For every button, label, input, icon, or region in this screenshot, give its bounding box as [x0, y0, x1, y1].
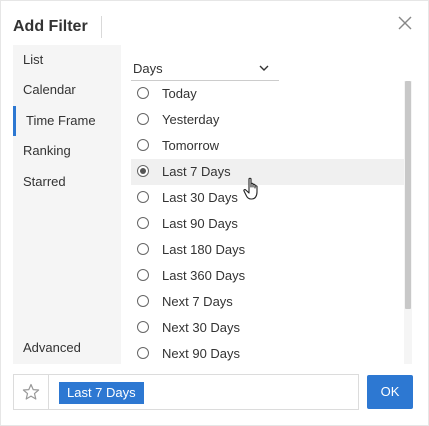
sidebar-item-label: List — [23, 52, 44, 67]
hand-cursor-icon — [243, 177, 258, 200]
option-label: Last 360 Days — [162, 268, 246, 283]
selection-footer: Last 7 Days — [13, 374, 359, 410]
star-button[interactable] — [14, 375, 49, 409]
option-label: Last 7 Days — [162, 164, 231, 179]
sidebar-item-list[interactable]: List — [13, 45, 121, 75]
radio-button[interactable] — [137, 139, 149, 151]
radio-button[interactable] — [137, 217, 149, 229]
option-next-30-days[interactable]: Next 30 Days — [131, 315, 404, 341]
option-next-7-days[interactable]: Next 7 Days — [131, 289, 404, 315]
option-today[interactable]: Today — [131, 81, 404, 107]
chevron-down-icon — [259, 65, 269, 71]
option-label: Next 7 Days — [162, 294, 233, 309]
close-icon — [398, 16, 412, 30]
option-label: Tomorrow — [162, 138, 220, 153]
radio-button[interactable] — [137, 113, 149, 125]
options-scrollbar[interactable] — [404, 81, 412, 364]
radio-dot — [140, 168, 146, 174]
sidebar-item-starred[interactable]: Starred — [13, 167, 121, 197]
option-label: Next 30 Days — [162, 320, 241, 335]
option-label: Today — [162, 86, 197, 101]
option-label: Last 180 Days — [162, 242, 246, 257]
radio-button[interactable] — [137, 347, 149, 359]
radio-button[interactable] — [137, 191, 149, 203]
sidebar-item-time-frame[interactable]: Time Frame — [13, 106, 121, 136]
title-divider — [101, 16, 102, 38]
scrollbar-thumb[interactable] — [405, 81, 411, 309]
unit-select-value: Days — [133, 61, 163, 76]
option-yesterday[interactable]: Yesterday — [131, 107, 404, 133]
radio-button-checked[interactable] — [137, 165, 149, 177]
option-label: Last 30 Days — [162, 190, 238, 205]
sidebar-item-label: Time Frame — [26, 113, 96, 128]
option-last-7-days[interactable]: Last 7 Days — [131, 159, 404, 185]
radio-button[interactable] — [137, 243, 149, 255]
time-frame-options-list: Today Yesterday Tomorrow Last 7 Days Las… — [131, 81, 404, 364]
option-tomorrow[interactable]: Tomorrow — [131, 133, 404, 159]
dialog-title: Add Filter — [13, 18, 88, 35]
ok-button[interactable]: OK — [367, 375, 413, 409]
radio-button[interactable] — [137, 87, 149, 99]
sidebar-item-label: Starred — [23, 174, 66, 189]
option-next-90-days[interactable]: Next 90 Days — [131, 341, 404, 364]
option-last-180-days[interactable]: Last 180 Days — [131, 237, 404, 263]
star-icon — [22, 383, 40, 400]
filter-type-sidebar: List Calendar Time Frame Ranking Starred… — [13, 45, 121, 364]
sidebar-item-advanced[interactable]: Advanced — [13, 333, 121, 363]
radio-button[interactable] — [137, 321, 149, 333]
unit-select[interactable]: Days — [131, 56, 279, 81]
sidebar-item-ranking[interactable]: Ranking — [13, 136, 121, 166]
sidebar-item-calendar[interactable]: Calendar — [13, 75, 121, 105]
radio-button[interactable] — [137, 269, 149, 281]
sidebar-item-label: Advanced — [23, 340, 81, 355]
sidebar-item-label: Ranking — [23, 143, 71, 158]
option-label: Yesterday — [162, 112, 220, 127]
radio-button[interactable] — [137, 295, 149, 307]
sidebar-item-label: Calendar — [23, 82, 76, 97]
option-last-360-days[interactable]: Last 360 Days — [131, 263, 404, 289]
add-filter-dialog: Add Filter List Calendar Time Frame Rank… — [0, 0, 429, 426]
selected-filter-tag[interactable]: Last 7 Days — [59, 382, 144, 404]
option-label: Last 90 Days — [162, 216, 238, 231]
option-label: Next 90 Days — [162, 346, 241, 361]
option-last-30-days[interactable]: Last 30 Days — [131, 185, 404, 211]
close-button[interactable] — [396, 14, 414, 32]
option-last-90-days[interactable]: Last 90 Days — [131, 211, 404, 237]
